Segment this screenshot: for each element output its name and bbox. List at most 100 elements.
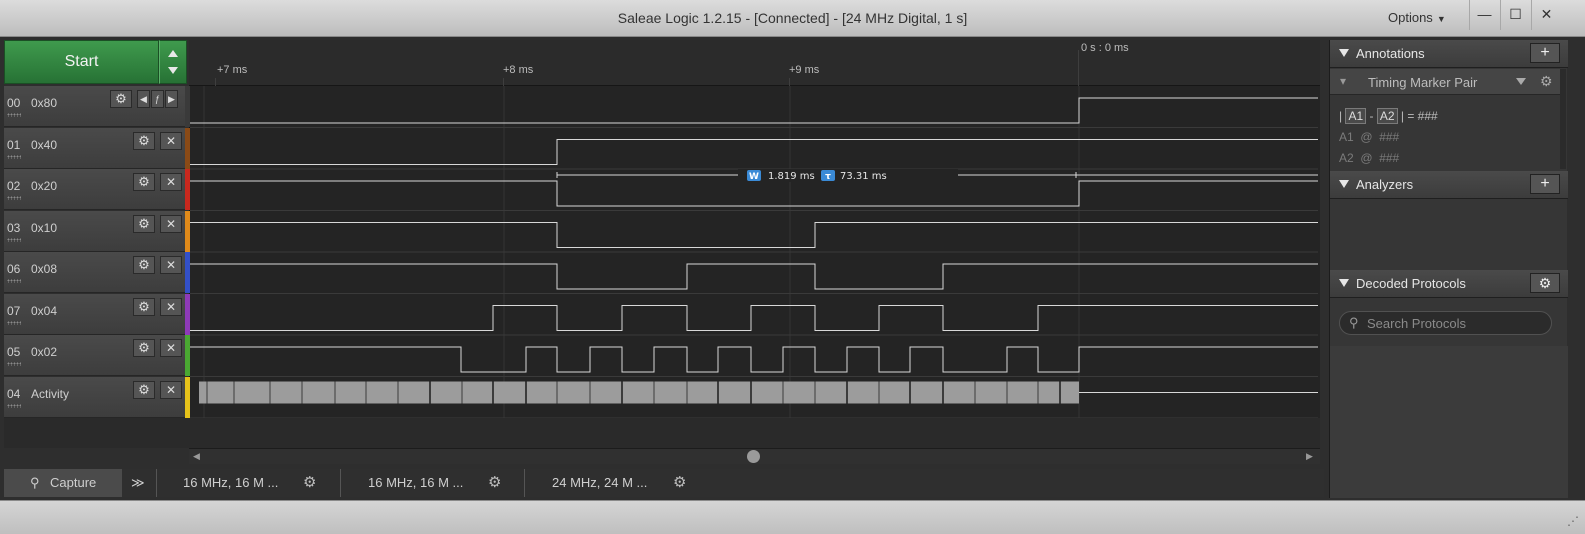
close-icon[interactable]: ✕ — [160, 380, 182, 399]
analyzers-header[interactable]: Analyzers + — [1330, 171, 1568, 199]
minimize-button[interactable]: — — [1469, 0, 1499, 30]
time-ruler[interactable]: 0 s : 0 ms +7 ms +8 ms +9 ms — [189, 40, 1320, 86]
waveform-trace — [190, 346, 1318, 373]
channel-color-bar — [185, 127, 190, 169]
tab-capture[interactable]: ⚲ Capture — [4, 469, 122, 497]
gear-icon[interactable]: ⚙ — [133, 214, 155, 233]
waveform-trace — [190, 139, 1318, 165]
channel-color-bar — [185, 252, 190, 293]
channel-color-bar — [185, 86, 190, 127]
channel-name[interactable]: 0x20 — [31, 179, 57, 193]
drag-handle-icon[interactable] — [7, 362, 21, 366]
channel-name[interactable]: 0x40 — [31, 138, 57, 152]
edge-trigger-icon[interactable]: ƒ — [151, 90, 164, 108]
decoded-protocols-header[interactable]: Decoded Protocols ⚙ — [1330, 270, 1568, 298]
gear-icon[interactable]: ⚙ — [133, 380, 155, 399]
channel-number: 00 — [7, 96, 21, 110]
scroll-left-icon[interactable]: ◀ — [193, 451, 200, 462]
annotations-title: Annotations — [1356, 46, 1425, 61]
channel-row[interactable]: 04 Activity ⚙ ✕ — [4, 376, 189, 418]
add-annotation-button[interactable]: + — [1530, 43, 1560, 63]
gear-icon[interactable]: ⚙ — [110, 90, 132, 108]
drag-handle-icon[interactable] — [7, 320, 21, 325]
gear-icon[interactable]: ⚙ — [488, 469, 501, 497]
channel-number: 01 — [7, 137, 21, 152]
prev-edge-icon[interactable]: ◀ — [137, 90, 150, 108]
a2-position: A2 @ ### — [1339, 151, 1400, 165]
annotations-header[interactable]: Annotations + — [1330, 40, 1568, 68]
tab-session-2[interactable]: 16 MHz, 16 M ... ⚙ — [340, 469, 520, 497]
a1-marker-button[interactable]: A1 — [1345, 108, 1367, 124]
gear-icon[interactable]: ⚙ — [303, 469, 316, 497]
tab-session-3[interactable]: 24 MHz, 24 M ... ⚙ — [524, 469, 708, 497]
add-analyzer-button[interactable]: + — [1530, 174, 1560, 194]
waveform-trace — [190, 305, 1318, 331]
pulse-width-value: 1.819 ms — [768, 171, 815, 182]
decoded-protocols-title: Decoded Protocols — [1356, 276, 1466, 291]
tab-session-label: 16 MHz, 16 M ... — [368, 475, 464, 490]
gear-icon[interactable]: ⚙ — [1540, 73, 1553, 90]
annotation-type-select[interactable]: ▾ Timing Marker Pair ⚙ — [1330, 69, 1560, 95]
search-protocols-input[interactable]: ⚲ Search Protocols — [1339, 311, 1552, 335]
gear-icon[interactable]: ⚙ — [133, 339, 155, 357]
analyzers-title: Analyzers — [1356, 177, 1414, 192]
tab-overflow-button[interactable]: ≫ — [126, 469, 156, 497]
channel-row[interactable]: 07 0x04 ⚙ ✕ — [4, 293, 189, 335]
gear-icon[interactable]: ⚙ — [133, 297, 155, 316]
channel-color-bar — [185, 335, 190, 376]
gear-icon[interactable]: ⚙ — [133, 173, 155, 191]
tick-mark — [1078, 50, 1079, 86]
start-button[interactable]: Start — [4, 40, 159, 84]
channel-name[interactable]: 0x80 — [31, 96, 57, 110]
tab-session-1[interactable]: 16 MHz, 16 M ... ⚙ — [156, 469, 336, 497]
waveform-area[interactable]: W 1.819 ms τ 73.31 ms — [189, 86, 1320, 419]
close-icon[interactable]: ✕ — [160, 297, 182, 316]
chevron-down-icon: ▼ — [1436, 14, 1446, 24]
scrollbar-thumb[interactable] — [747, 450, 760, 463]
channel-name[interactable]: 0x08 — [31, 262, 57, 276]
gear-icon[interactable]: ⚙ — [673, 469, 686, 497]
close-icon[interactable]: ✕ — [160, 131, 182, 150]
channel-row[interactable]: 01 0x40 ⚙ ✕ — [4, 127, 189, 169]
next-edge-icon[interactable]: ▶ — [165, 90, 178, 108]
close-icon[interactable]: ✕ — [160, 339, 182, 357]
channel-row[interactable]: 06 0x08 ⚙ ✕ — [4, 252, 189, 293]
resize-grip-icon[interactable]: ⋰ — [1567, 514, 1579, 528]
close-button[interactable]: ✕ — [1531, 0, 1561, 30]
saleae-logic-window: Saleae Logic 1.2.15 - [Connected] - [24 … — [0, 0, 1585, 534]
channel-row[interactable]: 05 0x02 ⚙ ✕ — [4, 335, 189, 376]
channel-color-bar — [185, 210, 190, 252]
channel-number: 06 — [7, 262, 21, 276]
options-label: Options — [1388, 10, 1433, 25]
channel-name[interactable]: 0x04 — [31, 304, 57, 318]
gear-icon[interactable]: ⚙ — [133, 131, 155, 150]
close-icon[interactable]: ✕ — [160, 256, 182, 274]
close-icon[interactable]: ✕ — [160, 173, 182, 191]
channel-name[interactable]: Activity — [31, 387, 69, 401]
drag-handle-icon[interactable] — [7, 196, 21, 200]
drag-handle-icon[interactable] — [7, 154, 21, 159]
marker-pin-icon: ▾ — [1340, 74, 1347, 88]
channel-name[interactable]: 0x10 — [31, 221, 57, 235]
drag-handle-icon[interactable] — [7, 403, 21, 408]
maximize-button[interactable]: ☐ — [1500, 0, 1530, 30]
options-menu[interactable]: Options ▼ — [1388, 10, 1446, 25]
tick-mark — [789, 78, 790, 86]
close-icon[interactable]: ✕ — [160, 214, 182, 233]
scroll-right-icon[interactable]: ▶ — [1306, 451, 1313, 462]
channel-row[interactable]: 03 0x10 ⚙ ✕ — [4, 210, 189, 252]
gear-icon[interactable]: ⚙ — [133, 256, 155, 274]
decoded-protocols-settings-button[interactable]: ⚙ — [1530, 273, 1560, 293]
waveform-trace — [190, 180, 1318, 207]
channel-row[interactable]: 00 0x80 ⚙ ◀ ƒ ▶ — [4, 86, 189, 127]
horizontal-scrollbar[interactable]: ◀ ▶ — [189, 448, 1320, 464]
channel-row[interactable]: 02 0x20 ⚙ ✕ — [4, 169, 189, 210]
channel-name[interactable]: 0x02 — [31, 345, 57, 359]
start-options-button[interactable] — [159, 40, 187, 84]
drag-handle-icon[interactable] — [7, 279, 21, 283]
annotations-scrollbar[interactable] — [1560, 69, 1566, 169]
drag-handle-icon[interactable] — [7, 237, 21, 242]
a2-marker-button[interactable]: A2 — [1376, 108, 1398, 124]
drag-handle-icon[interactable] — [7, 113, 21, 117]
search-icon: ⚲ — [1349, 315, 1359, 330]
